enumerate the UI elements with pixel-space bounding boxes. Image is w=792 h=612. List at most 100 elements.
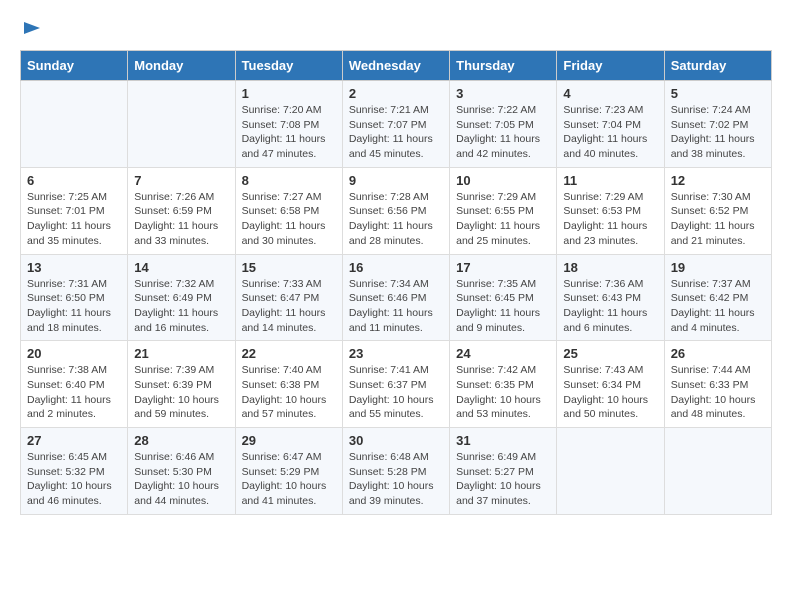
- day-number: 20: [27, 346, 121, 361]
- day-cell: 30 Sunrise: 6:48 AM Sunset: 5:28 PM Dayli…: [342, 428, 449, 515]
- day-number: 10: [456, 173, 550, 188]
- week-row-1: 1 Sunrise: 7:20 AM Sunset: 7:08 PM Daylig…: [21, 81, 772, 168]
- day-cell: 27 Sunrise: 6:45 AM Sunset: 5:32 PM Dayli…: [21, 428, 128, 515]
- page-header: [20, 20, 772, 40]
- day-cell: 19 Sunrise: 7:37 AM Sunset: 6:42 PM Dayli…: [664, 254, 771, 341]
- day-number: 19: [671, 260, 765, 275]
- day-cell: [128, 81, 235, 168]
- day-cell: 9 Sunrise: 7:28 AM Sunset: 6:56 PM Daylig…: [342, 167, 449, 254]
- header-cell-monday: Monday: [128, 51, 235, 81]
- day-cell: 8 Sunrise: 7:27 AM Sunset: 6:58 PM Daylig…: [235, 167, 342, 254]
- day-cell: 17 Sunrise: 7:35 AM Sunset: 6:45 PM Dayli…: [450, 254, 557, 341]
- day-cell: 7 Sunrise: 7:26 AM Sunset: 6:59 PM Daylig…: [128, 167, 235, 254]
- day-detail: Sunrise: 7:40 AM Sunset: 6:38 PM Dayligh…: [242, 363, 336, 422]
- day-detail: Sunrise: 7:37 AM Sunset: 6:42 PM Dayligh…: [671, 277, 765, 336]
- header-cell-friday: Friday: [557, 51, 664, 81]
- day-cell: [664, 428, 771, 515]
- day-number: 27: [27, 433, 121, 448]
- day-cell: 12 Sunrise: 7:30 AM Sunset: 6:52 PM Dayli…: [664, 167, 771, 254]
- header-cell-thursday: Thursday: [450, 51, 557, 81]
- day-detail: Sunrise: 7:36 AM Sunset: 6:43 PM Dayligh…: [563, 277, 657, 336]
- day-cell: 26 Sunrise: 7:44 AM Sunset: 6:33 PM Dayli…: [664, 341, 771, 428]
- day-detail: Sunrise: 7:27 AM Sunset: 6:58 PM Dayligh…: [242, 190, 336, 249]
- day-cell: 28Sunrise: 6:46 AM Sunset: 5:30 PM Dayli…: [128, 428, 235, 515]
- day-number: 18: [563, 260, 657, 275]
- day-cell: 1 Sunrise: 7:20 AM Sunset: 7:08 PM Daylig…: [235, 81, 342, 168]
- day-cell: 31 Sunrise: 6:49 AM Sunset: 5:27 PM Dayli…: [450, 428, 557, 515]
- logo-flag-icon: [22, 20, 42, 40]
- header-cell-wednesday: Wednesday: [342, 51, 449, 81]
- day-cell: 15 Sunrise: 7:33 AM Sunset: 6:47 PM Dayli…: [235, 254, 342, 341]
- logo: [20, 20, 42, 40]
- day-detail: Sunrise: 7:22 AM Sunset: 7:05 PM Dayligh…: [456, 103, 550, 162]
- day-detail: Sunrise: 7:20 AM Sunset: 7:08 PM Dayligh…: [242, 103, 336, 162]
- header-row: SundayMondayTuesdayWednesdayThursdayFrid…: [21, 51, 772, 81]
- day-detail: Sunrise: 7:28 AM Sunset: 6:56 PM Dayligh…: [349, 190, 443, 249]
- day-detail: Sunrise: 7:21 AM Sunset: 7:07 PM Dayligh…: [349, 103, 443, 162]
- week-row-2: 6Sunrise: 7:25 AM Sunset: 7:01 PM Daylig…: [21, 167, 772, 254]
- day-detail: Sunrise: 7:26 AM Sunset: 6:59 PM Dayligh…: [134, 190, 228, 249]
- day-detail: Sunrise: 6:47 AM Sunset: 5:29 PM Dayligh…: [242, 450, 336, 509]
- week-row-5: 27 Sunrise: 6:45 AM Sunset: 5:32 PM Dayli…: [21, 428, 772, 515]
- day-detail: Sunrise: 7:35 AM Sunset: 6:45 PM Dayligh…: [456, 277, 550, 336]
- day-detail: Sunrise: 7:42 AM Sunset: 6:35 PM Dayligh…: [456, 363, 550, 422]
- day-detail: Sunrise: 7:23 AM Sunset: 7:04 PM Dayligh…: [563, 103, 657, 162]
- day-number: 8: [242, 173, 336, 188]
- day-number: 23: [349, 346, 443, 361]
- day-cell: 22Sunrise: 7:40 AM Sunset: 6:38 PM Dayli…: [235, 341, 342, 428]
- day-cell: 11Sunrise: 7:29 AM Sunset: 6:53 PM Dayli…: [557, 167, 664, 254]
- day-cell: 20Sunrise: 7:38 AM Sunset: 6:40 PM Dayli…: [21, 341, 128, 428]
- day-detail: Sunrise: 6:45 AM Sunset: 5:32 PM Dayligh…: [27, 450, 121, 509]
- header-cell-saturday: Saturday: [664, 51, 771, 81]
- day-cell: 16 Sunrise: 7:34 AM Sunset: 6:46 PM Dayli…: [342, 254, 449, 341]
- day-detail: Sunrise: 7:30 AM Sunset: 6:52 PM Dayligh…: [671, 190, 765, 249]
- day-detail: Sunrise: 6:49 AM Sunset: 5:27 PM Dayligh…: [456, 450, 550, 509]
- calendar-table: SundayMondayTuesdayWednesdayThursdayFrid…: [20, 50, 772, 515]
- day-number: 7: [134, 173, 228, 188]
- day-number: 17: [456, 260, 550, 275]
- day-cell: 3 Sunrise: 7:22 AM Sunset: 7:05 PM Daylig…: [450, 81, 557, 168]
- day-cell: 2 Sunrise: 7:21 AM Sunset: 7:07 PM Daylig…: [342, 81, 449, 168]
- day-cell: 25 Sunrise: 7:43 AM Sunset: 6:34 PM Dayli…: [557, 341, 664, 428]
- day-number: 2: [349, 86, 443, 101]
- day-number: 3: [456, 86, 550, 101]
- header-cell-tuesday: Tuesday: [235, 51, 342, 81]
- day-number: 13: [27, 260, 121, 275]
- day-detail: Sunrise: 7:43 AM Sunset: 6:34 PM Dayligh…: [563, 363, 657, 422]
- day-number: 29: [242, 433, 336, 448]
- week-row-4: 20Sunrise: 7:38 AM Sunset: 6:40 PM Dayli…: [21, 341, 772, 428]
- day-number: 6: [27, 173, 121, 188]
- day-number: 9: [349, 173, 443, 188]
- day-number: 21: [134, 346, 228, 361]
- day-cell: 5 Sunrise: 7:24 AM Sunset: 7:02 PM Daylig…: [664, 81, 771, 168]
- day-cell: 29 Sunrise: 6:47 AM Sunset: 5:29 PM Dayli…: [235, 428, 342, 515]
- day-detail: Sunrise: 6:48 AM Sunset: 5:28 PM Dayligh…: [349, 450, 443, 509]
- day-number: 30: [349, 433, 443, 448]
- day-detail: Sunrise: 7:39 AM Sunset: 6:39 PM Dayligh…: [134, 363, 228, 422]
- day-number: 25: [563, 346, 657, 361]
- day-detail: Sunrise: 7:34 AM Sunset: 6:46 PM Dayligh…: [349, 277, 443, 336]
- day-cell: 21 Sunrise: 7:39 AM Sunset: 6:39 PM Dayli…: [128, 341, 235, 428]
- day-detail: Sunrise: 7:24 AM Sunset: 7:02 PM Dayligh…: [671, 103, 765, 162]
- day-number: 31: [456, 433, 550, 448]
- day-cell: 6Sunrise: 7:25 AM Sunset: 7:01 PM Daylig…: [21, 167, 128, 254]
- day-number: 16: [349, 260, 443, 275]
- day-cell: 13 Sunrise: 7:31 AM Sunset: 6:50 PM Dayli…: [21, 254, 128, 341]
- day-number: 28: [134, 433, 228, 448]
- day-cell: 18 Sunrise: 7:36 AM Sunset: 6:43 PM Dayli…: [557, 254, 664, 341]
- day-detail: Sunrise: 7:44 AM Sunset: 6:33 PM Dayligh…: [671, 363, 765, 422]
- day-detail: Sunrise: 7:33 AM Sunset: 6:47 PM Dayligh…: [242, 277, 336, 336]
- day-number: 15: [242, 260, 336, 275]
- day-detail: Sunrise: 7:32 AM Sunset: 6:49 PM Dayligh…: [134, 277, 228, 336]
- day-number: 5: [671, 86, 765, 101]
- day-number: 12: [671, 173, 765, 188]
- day-detail: Sunrise: 7:29 AM Sunset: 6:53 PM Dayligh…: [563, 190, 657, 249]
- day-number: 26: [671, 346, 765, 361]
- week-row-3: 13 Sunrise: 7:31 AM Sunset: 6:50 PM Dayli…: [21, 254, 772, 341]
- day-number: 1: [242, 86, 336, 101]
- day-cell: 4Sunrise: 7:23 AM Sunset: 7:04 PM Daylig…: [557, 81, 664, 168]
- day-cell: [557, 428, 664, 515]
- day-detail: Sunrise: 7:41 AM Sunset: 6:37 PM Dayligh…: [349, 363, 443, 422]
- day-number: 24: [456, 346, 550, 361]
- day-detail: Sunrise: 7:31 AM Sunset: 6:50 PM Dayligh…: [27, 277, 121, 336]
